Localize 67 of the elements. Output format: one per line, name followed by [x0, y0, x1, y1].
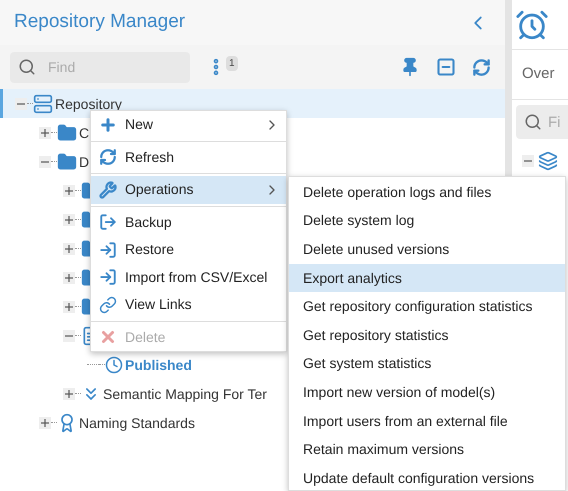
- menu-item[interactable]: Get repository statistics: [289, 320, 565, 350]
- expand-icon[interactable]: [39, 416, 51, 428]
- menu-item[interactable]: Delete operation logs and files: [289, 178, 565, 207]
- wrench-icon: [99, 180, 117, 199]
- count-badge: 1: [226, 56, 238, 70]
- tree-row[interactable]: C: [0, 118, 94, 147]
- import-icon: [99, 240, 117, 259]
- menu-item[interactable]: Import users from an external file: [289, 406, 565, 436]
- collapse-all-icon[interactable]: [436, 57, 456, 77]
- menu-item[interactable]: Delete unused versions: [289, 235, 565, 264]
- panel-title: Repository Manager: [14, 10, 186, 34]
- menu-item[interactable]: Import new version of model(s): [289, 378, 565, 407]
- server-icon: [33, 94, 53, 114]
- collapse-icon[interactable]: [39, 156, 51, 168]
- folder-icon: [57, 152, 77, 172]
- menu-item[interactable]: Operations: [91, 176, 286, 204]
- plus-icon: [99, 116, 117, 134]
- tree-label: Published: [125, 358, 192, 372]
- expand-icon[interactable]: [63, 272, 75, 284]
- menu-item[interactable]: Update default configuration versions: [289, 464, 565, 491]
- link-icon: [99, 296, 117, 314]
- folder-icon: [81, 180, 90, 200]
- menu-item[interactable]: Retain maximum versions: [289, 435, 565, 464]
- tree-row[interactable]: D: [0, 147, 94, 176]
- tree-label: Semantic Mapping For Ter: [103, 386, 267, 400]
- folder-icon: [81, 268, 90, 288]
- expand-icon[interactable]: [39, 126, 51, 138]
- menu-item[interactable]: Export analytics: [289, 264, 565, 292]
- menu-item[interactable]: Import from CSV/Excel: [91, 264, 286, 291]
- collapse-icon[interactable]: [63, 330, 75, 342]
- menu-item[interactable]: Backup: [91, 208, 286, 236]
- folder-icon: [81, 210, 90, 230]
- expand-icon[interactable]: [63, 184, 75, 196]
- tree-row[interactable]: Naming Standards: [0, 408, 199, 437]
- refresh-icon[interactable]: [472, 58, 491, 76]
- refresh-icon: [99, 148, 117, 166]
- folder-icon: [57, 122, 77, 142]
- tab[interactable]: Over: [522, 63, 555, 86]
- tree-label: Repository: [55, 96, 122, 110]
- search-icon: [18, 58, 36, 76]
- expand-icon[interactable]: [63, 214, 75, 226]
- search-icon: [524, 113, 542, 131]
- layers-icon: [538, 151, 558, 171]
- import-icon: [99, 268, 117, 286]
- search-field[interactable]: Fi: [516, 105, 568, 139]
- menu-item[interactable]: Get repository configuration statistics: [289, 292, 565, 321]
- tree-row[interactable]: Published: [0, 350, 196, 379]
- clock-icon: [105, 356, 123, 374]
- menu-item[interactable]: View Links: [91, 291, 286, 318]
- menu-item[interactable]: Restore: [91, 236, 286, 264]
- tree-label: Naming Standards: [79, 416, 195, 430]
- document-icon: [81, 326, 90, 346]
- collapse-icon[interactable]: [15, 98, 27, 110]
- tree-label: C: [79, 126, 90, 140]
- tree-label: D: [79, 154, 90, 168]
- folder-icon: [81, 238, 90, 258]
- collapse-icon[interactable]: [522, 155, 534, 167]
- menu-item[interactable]: Delete system log: [289, 206, 565, 236]
- tree-row[interactable]: Semantic Mapping For Ter: [0, 379, 271, 408]
- expand-icon[interactable]: [63, 300, 75, 312]
- menu-item[interactable]: Get system statistics: [289, 350, 565, 378]
- search-field[interactable]: Find: [10, 52, 190, 82]
- export-icon: [99, 213, 117, 232]
- menu-item[interactable]: Refresh: [91, 144, 286, 171]
- expand-icon[interactable]: [63, 388, 75, 400]
- folder-icon: [81, 296, 90, 316]
- expand-icon[interactable]: [63, 242, 75, 254]
